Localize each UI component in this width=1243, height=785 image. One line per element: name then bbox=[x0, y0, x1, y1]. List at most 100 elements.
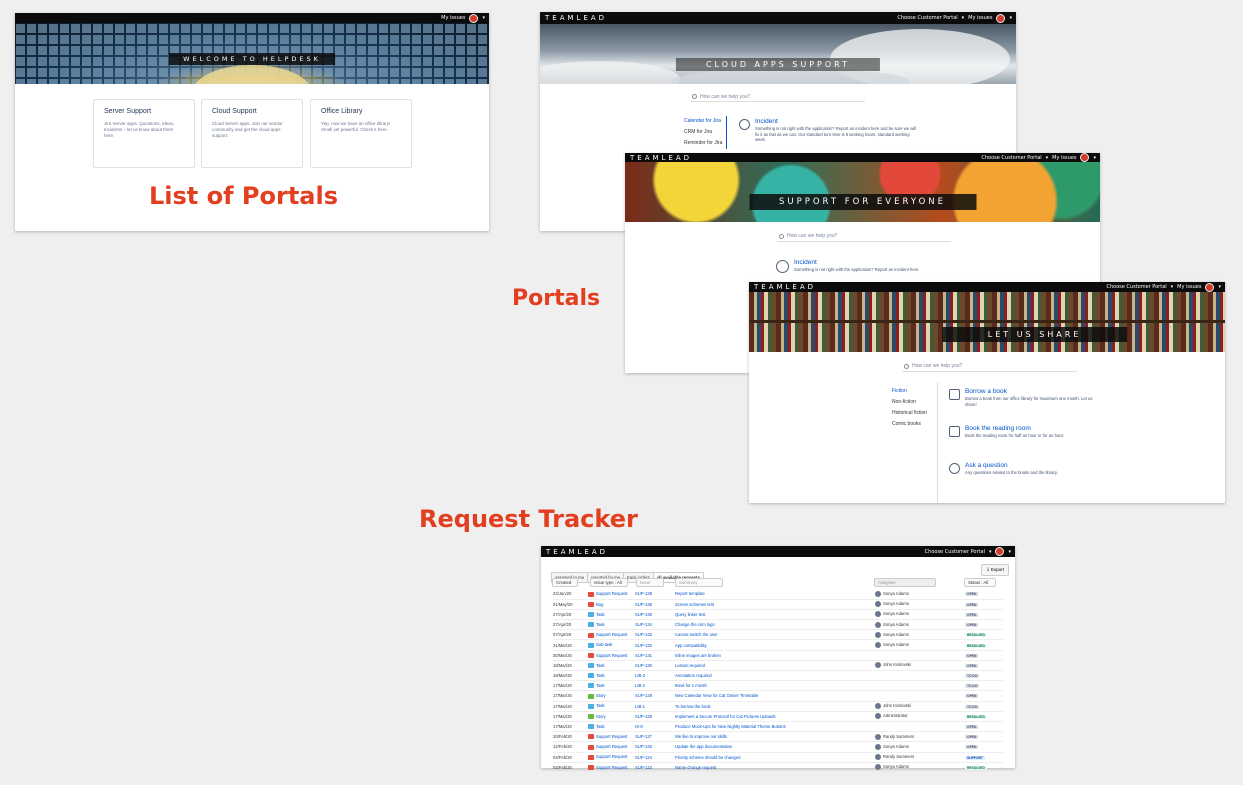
request-type-incident[interactable]: Incident Something is not right with the … bbox=[776, 259, 1016, 273]
my-issues-link[interactable]: My issues bbox=[441, 15, 465, 21]
table-row[interactable]: 17/Mar/20 Story SUP-128 Implement a Secure … bbox=[553, 711, 1003, 722]
user-avatar[interactable] bbox=[1205, 282, 1215, 292]
key-cell[interactable]: IS-9 bbox=[635, 721, 675, 733]
chevron-down-icon[interactable]: ▾ bbox=[1218, 284, 1221, 290]
table-row[interactable]: 17/Mar/20 Task IS-9 Produce Mock-Ups for Ne… bbox=[553, 721, 1003, 733]
summary-cell[interactable]: Priority scheme should be changed bbox=[675, 752, 875, 763]
summary-cell[interactable]: Cannot switch the user bbox=[675, 629, 875, 641]
category-list[interactable]: Calendar for Jira CRM for Jira Reminder … bbox=[684, 116, 728, 149]
table-row[interactable]: 12/Feb/20 Support Request SUP-125 Update th… bbox=[553, 741, 1003, 753]
portal-card-cloud[interactable]: Cloud Support Cloud Server apps. Join our… bbox=[201, 99, 303, 168]
chevron-down-icon[interactable]: ▾ bbox=[482, 15, 485, 21]
created-filter[interactable]: Created bbox=[552, 578, 578, 587]
summary-cell[interactable]: Inline images are broken bbox=[675, 650, 875, 661]
portal-card-server[interactable]: Server Support Jira Server apps. Question… bbox=[93, 99, 195, 168]
key-cell[interactable]: SUP-123 bbox=[635, 762, 675, 773]
key-cell[interactable]: SUP-138 bbox=[635, 589, 675, 600]
search-input[interactable]: How can we help you? bbox=[902, 361, 1077, 372]
assignee-filter[interactable]: Assignee bbox=[874, 578, 936, 587]
category-item[interactable]: Non-fiction bbox=[892, 397, 927, 408]
summary-cell[interactable]: Screen schemes test bbox=[675, 599, 875, 610]
choose-portal-dropdown[interactable]: Choose Customer Portal bbox=[981, 155, 1041, 161]
chevron-down-icon[interactable]: ▾ bbox=[962, 15, 965, 21]
search-input[interactable]: How can we help you? bbox=[690, 92, 865, 102]
user-avatar[interactable] bbox=[995, 547, 1005, 556]
category-item[interactable]: CRM for Jira bbox=[684, 127, 722, 138]
key-cell[interactable]: LIB-2 bbox=[635, 680, 675, 692]
choose-portal-dropdown[interactable]: Choose Customer Portal bbox=[925, 549, 985, 555]
request-type-question[interactable]: Ask a question Any questions related to t… bbox=[949, 462, 1149, 476]
category-item[interactable]: Calendar for Jira bbox=[684, 116, 722, 127]
chevron-down-icon[interactable]: ▾ bbox=[1093, 155, 1096, 161]
key-cell[interactable]: SUP-129 bbox=[635, 690, 675, 702]
issue-filter[interactable]: Issue bbox=[636, 578, 664, 587]
summary-cell[interactable]: Query linker test bbox=[675, 609, 875, 621]
table-row[interactable]: 31/Mar/20 Sub-task SUP-132 App compatibilit… bbox=[553, 639, 1003, 651]
summary-cell[interactable]: Change the com logo bbox=[675, 619, 875, 631]
category-item[interactable]: Historical fiction bbox=[892, 408, 927, 419]
key-cell[interactable]: SUP-128 bbox=[635, 711, 675, 722]
status-filter[interactable]: Status : All bbox=[964, 578, 996, 587]
chevron-down-icon[interactable]: ▾ bbox=[1009, 15, 1012, 21]
table-row[interactable]: 30/Mar/20 Support Request SUP-131 Inline im… bbox=[553, 650, 1003, 661]
chevron-down-icon[interactable]: ▾ bbox=[1171, 284, 1174, 290]
summary-cell[interactable]: Book for 1 month bbox=[675, 680, 875, 692]
summary-cell[interactable]: App compatibility bbox=[675, 639, 875, 651]
table-row[interactable]: 22/Jun/20 Support Request SUP-138 Report te… bbox=[553, 589, 1003, 600]
my-issues-link[interactable]: My issues bbox=[968, 15, 992, 21]
user-avatar[interactable] bbox=[469, 13, 479, 23]
table-row[interactable]: 04/Feb/20 Support Request SUP-124 Priority … bbox=[553, 752, 1003, 763]
summary-cell[interactable]: Update the app documentation bbox=[675, 741, 875, 753]
table-row[interactable]: 17/Mar/20 Task LIB-1 To borrow the book John… bbox=[553, 701, 1003, 712]
chevron-down-icon[interactable]: ▾ bbox=[1008, 549, 1011, 555]
table-row[interactable]: 18/Mar/20 Task SUP-130 Lesson required John … bbox=[553, 660, 1003, 672]
user-avatar[interactable] bbox=[1080, 153, 1090, 162]
export-button[interactable]: ⇩ Export bbox=[980, 564, 1009, 576]
choose-portal-dropdown[interactable]: Choose Customer Portal bbox=[1106, 284, 1166, 290]
search-input[interactable]: How can we help you? bbox=[777, 231, 951, 242]
table-row[interactable]: 04/Feb/20 Support Request SUP-123 Name chan… bbox=[553, 762, 1003, 773]
summary-cell[interactable]: To borrow the book bbox=[675, 701, 875, 712]
category-item[interactable]: Fiction bbox=[892, 386, 927, 397]
summary-cell[interactable]: Implement a Secure Protocol for Cat Pict… bbox=[675, 711, 875, 722]
key-cell[interactable]: SUP-125 bbox=[635, 741, 675, 753]
my-issues-link[interactable]: My issues bbox=[1177, 284, 1201, 290]
category-item[interactable]: Comic books bbox=[892, 419, 927, 430]
key-cell[interactable]: SUP-127 bbox=[635, 731, 675, 743]
key-cell[interactable]: SUP-134 bbox=[635, 619, 675, 631]
summary-cell[interactable]: We like to improve our skills bbox=[675, 731, 875, 743]
table-row[interactable]: 18/Mar/20 Task LIB-3 Annotation required TO … bbox=[553, 670, 1003, 682]
table-row[interactable]: 17/Mar/20 Task LIB-2 Book for 1 month TO DO bbox=[553, 680, 1003, 692]
summary-filter[interactable]: Summary bbox=[675, 578, 723, 587]
key-cell[interactable]: SUP-133 bbox=[635, 629, 675, 641]
my-issues-link[interactable]: My issues bbox=[1052, 155, 1076, 161]
summary-cell[interactable]: Produce Mock-Ups for New Nightly Materia… bbox=[675, 721, 875, 733]
summary-cell[interactable]: Annotation required bbox=[675, 670, 875, 682]
key-cell[interactable]: SUP-124 bbox=[635, 752, 675, 763]
table-row[interactable]: 17/Mar/20 Story SUP-129 New Calendar View f… bbox=[553, 690, 1003, 702]
table-row[interactable]: 01/May/20 Bug SUP-136 Screen schemes test So… bbox=[553, 599, 1003, 610]
key-cell[interactable]: SUP-136 bbox=[635, 599, 675, 610]
category-list[interactable]: Fiction Non-fiction Historical fiction C… bbox=[892, 386, 927, 430]
request-type-reading-room[interactable]: Book the reading room Book the reading ro… bbox=[949, 425, 1149, 439]
request-type-incident[interactable]: Incident Something is not right with the … bbox=[739, 118, 919, 143]
key-cell[interactable]: SUP-131 bbox=[635, 650, 675, 661]
category-item[interactable]: Reminder for Jira bbox=[684, 138, 722, 149]
key-cell[interactable]: SUP-132 bbox=[635, 639, 675, 651]
table-row[interactable]: 27/Apr/20 Task SUP-135 Query linker test Son… bbox=[553, 609, 1003, 621]
summary-cell[interactable]: Name change request bbox=[675, 762, 875, 773]
key-cell[interactable]: LIB-3 bbox=[635, 670, 675, 682]
table-row[interactable]: 20/Feb/20 Support Request SUP-127 We like t… bbox=[553, 731, 1003, 743]
table-row[interactable]: 27/Apr/20 Task SUP-134 Change the com logo S… bbox=[553, 619, 1003, 631]
key-cell[interactable]: SUP-135 bbox=[635, 609, 675, 621]
choose-portal-dropdown[interactable]: Choose Customer Portal bbox=[897, 15, 957, 21]
summary-cell[interactable]: Lesson required bbox=[675, 660, 875, 672]
chevron-down-icon[interactable]: ▾ bbox=[1046, 155, 1049, 161]
key-cell[interactable]: SUP-130 bbox=[635, 660, 675, 672]
key-cell[interactable]: LIB-1 bbox=[635, 701, 675, 712]
summary-cell[interactable]: Report template bbox=[675, 589, 875, 600]
issue-type-filter[interactable]: Issue type : All bbox=[590, 578, 628, 587]
summary-cell[interactable]: New Calendar View for Cat Owner Timetabl… bbox=[675, 690, 875, 702]
chevron-down-icon[interactable]: ▾ bbox=[989, 549, 992, 555]
table-row[interactable]: 07/Apr/20 Support Request SUP-133 Cannot sw… bbox=[553, 629, 1003, 641]
